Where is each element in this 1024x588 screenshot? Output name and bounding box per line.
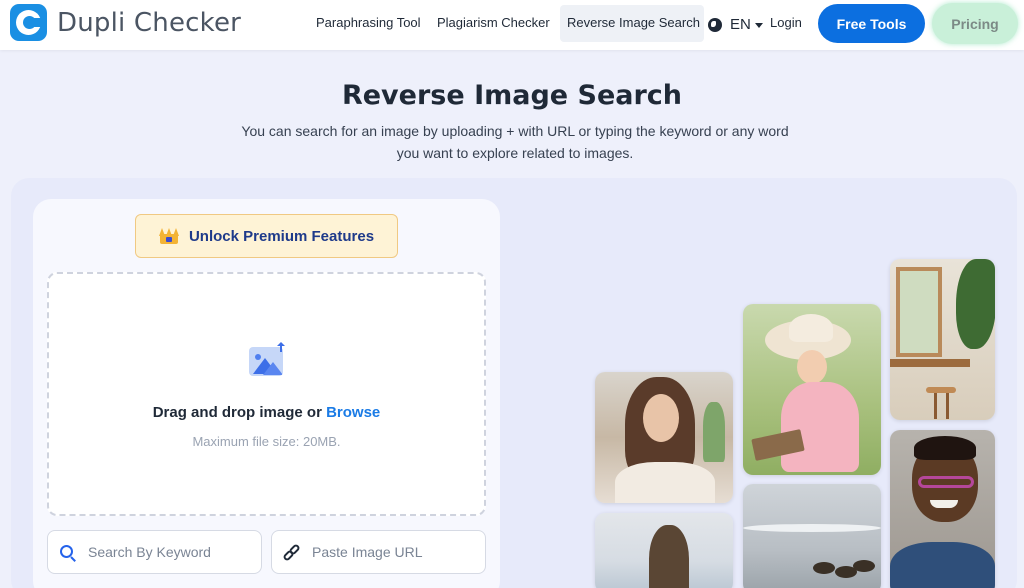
crown-icon bbox=[158, 228, 179, 244]
pricing-button[interactable]: Pricing bbox=[932, 3, 1018, 44]
nav-plagiarism-checker[interactable]: Plagiarism Checker bbox=[437, 15, 550, 30]
drop-instructions: Drag and drop image or Browse bbox=[49, 404, 484, 421]
subtitle-line-1: You can search for an image by uploading… bbox=[241, 123, 789, 139]
search-icon bbox=[59, 544, 77, 562]
sample-image-girl-reading bbox=[743, 304, 881, 475]
logo-icon bbox=[10, 4, 47, 41]
image-url-input[interactable] bbox=[312, 532, 482, 572]
unlock-premium-button[interactable]: Unlock Premium Features bbox=[135, 214, 398, 258]
keyword-search-field[interactable] bbox=[47, 530, 262, 574]
site-header: Dupli Checker Paraphrasing Tool Plagiari… bbox=[0, 0, 1024, 50]
sample-image-woman bbox=[595, 372, 733, 503]
language-selector[interactable]: EN bbox=[730, 16, 751, 33]
page-subtitle: You can search for an image by uploading… bbox=[200, 120, 830, 164]
sample-image-beach bbox=[595, 513, 733, 588]
subtitle-line-2: you want to explore related to images. bbox=[396, 145, 634, 161]
logo[interactable]: Dupli Checker bbox=[10, 4, 241, 41]
image-url-field[interactable] bbox=[271, 530, 486, 574]
free-tools-button[interactable]: Free Tools bbox=[818, 4, 925, 43]
nav-paraphrasing-tool[interactable]: Paraphrasing Tool bbox=[316, 15, 421, 30]
page-title: Reverse Image Search bbox=[341, 80, 683, 111]
browse-link[interactable]: Browse bbox=[326, 404, 380, 421]
premium-label: Unlock Premium Features bbox=[188, 227, 375, 245]
sample-image-man-glasses bbox=[890, 430, 995, 588]
drop-text: Drag and drop image or bbox=[152, 404, 327, 421]
sample-image-cafe-interior bbox=[890, 259, 995, 420]
globe-icon[interactable] bbox=[708, 18, 722, 32]
chevron-down-icon[interactable] bbox=[755, 23, 763, 28]
login-link[interactable]: Login bbox=[770, 15, 802, 30]
link-icon bbox=[282, 543, 301, 562]
nav-reverse-image-search[interactable]: Reverse Image Search bbox=[567, 15, 700, 30]
image-upload-icon bbox=[249, 342, 285, 376]
max-file-size: Maximum file size: 20MB. bbox=[192, 434, 341, 449]
keyword-search-input[interactable] bbox=[88, 532, 258, 572]
sample-image-geese bbox=[743, 484, 881, 588]
brand-name: Dupli Checker bbox=[57, 7, 242, 38]
image-dropzone[interactable]: Drag and drop image or Browse Maximum fi… bbox=[47, 272, 486, 516]
